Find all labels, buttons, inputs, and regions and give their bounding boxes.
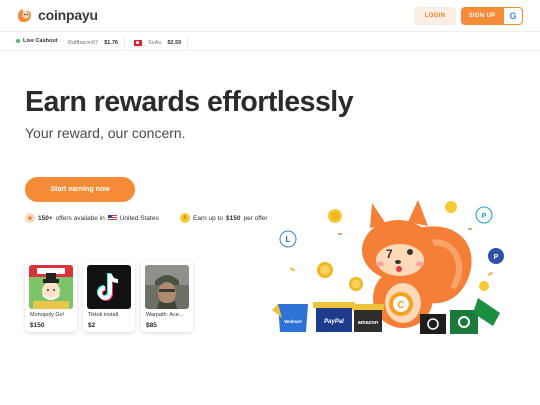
ticker-item: SuAu $2.59 [128,36,189,49]
svg-text:L: L [286,235,291,244]
coin-icon [328,209,342,223]
offer-card-warpath[interactable]: Warpath: Ace... $85 [141,261,193,332]
country-flag-icon [134,39,142,46]
offers-text: offers availabe in [55,214,105,222]
svg-text:amazon: amazon [358,320,379,326]
top-nav: coinpayu LOGIN SIGN UP G [0,0,540,32]
live-cashout-ticker: Live Cashout Raffbaron97 $1.76 SuAu $2.5… [0,33,540,51]
offer-name: Monopoly Go! [30,312,65,318]
hero-title: Earn rewards effortlessly [25,86,354,118]
offers-available-stat: ★ 150+ offers availabe in United States [25,213,159,223]
offer-amount: $2 [88,322,96,329]
earn-amount: $150 [226,214,241,222]
signup-button[interactable]: SIGN UP [461,7,503,25]
live-dot-icon [16,39,20,43]
earn-suffix: per offer [243,214,268,222]
offer-amount: $85 [146,322,157,329]
ticker-item: Raffbaron97 $1.76 [62,36,125,49]
offer-name: Tiktok install [88,312,119,318]
country-name: United States [119,214,159,222]
svg-text:Walmart: Walmart [284,319,302,324]
offer-name: Warpath: Ace... [146,312,184,318]
google-icon: G [509,11,517,21]
offer-card-tiktok[interactable]: Tiktok install $2 [83,261,135,332]
hero-subtitle: Your reward, our concern. [25,125,186,141]
monopoly-go-icon [29,265,73,309]
svg-text:7: 7 [386,247,393,261]
earn-prefix: Earn up to [193,214,223,222]
squirrel-mascot-icon: L P P C 7 Walmart PayPal amazon [272,200,504,334]
tiktok-icon [87,265,131,309]
ticker-user: SuAu [148,39,162,46]
svg-text:P: P [482,213,487,220]
start-earning-button[interactable]: Start earning now [25,177,135,202]
offer-amount: $150 [30,322,45,329]
offers-count: 150+ [38,214,53,222]
ticker-user: Raffbaron97 [68,39,99,46]
earn-up-to-stat: c Earn up to $150 per offer [180,213,268,223]
svg-text:C: C [397,300,404,311]
mascot-illustration: L P P C 7 Walmart PayPal amazon [268,198,508,338]
logo[interactable]: coinpayu [16,6,98,24]
svg-text:P: P [494,254,499,261]
ticker-amount: $2.59 [167,39,182,46]
login-button[interactable]: LOGIN [414,7,456,25]
logo-text: coinpayu [38,7,98,23]
offer-card-monopoly[interactable]: Monopoly Go! $150 [25,261,77,332]
squirrel-logo-icon [18,9,31,22]
live-cashout-label: Live Cashout [16,38,58,44]
ticker-amount: $1.76 [104,39,118,46]
us-flag-icon [107,215,117,221]
coin-icon: c [180,213,190,223]
svg-text:PayPal: PayPal [324,319,344,325]
gift-icon: ★ [25,213,35,223]
warpath-icon [145,265,189,309]
google-signin-button[interactable]: G [503,7,523,25]
